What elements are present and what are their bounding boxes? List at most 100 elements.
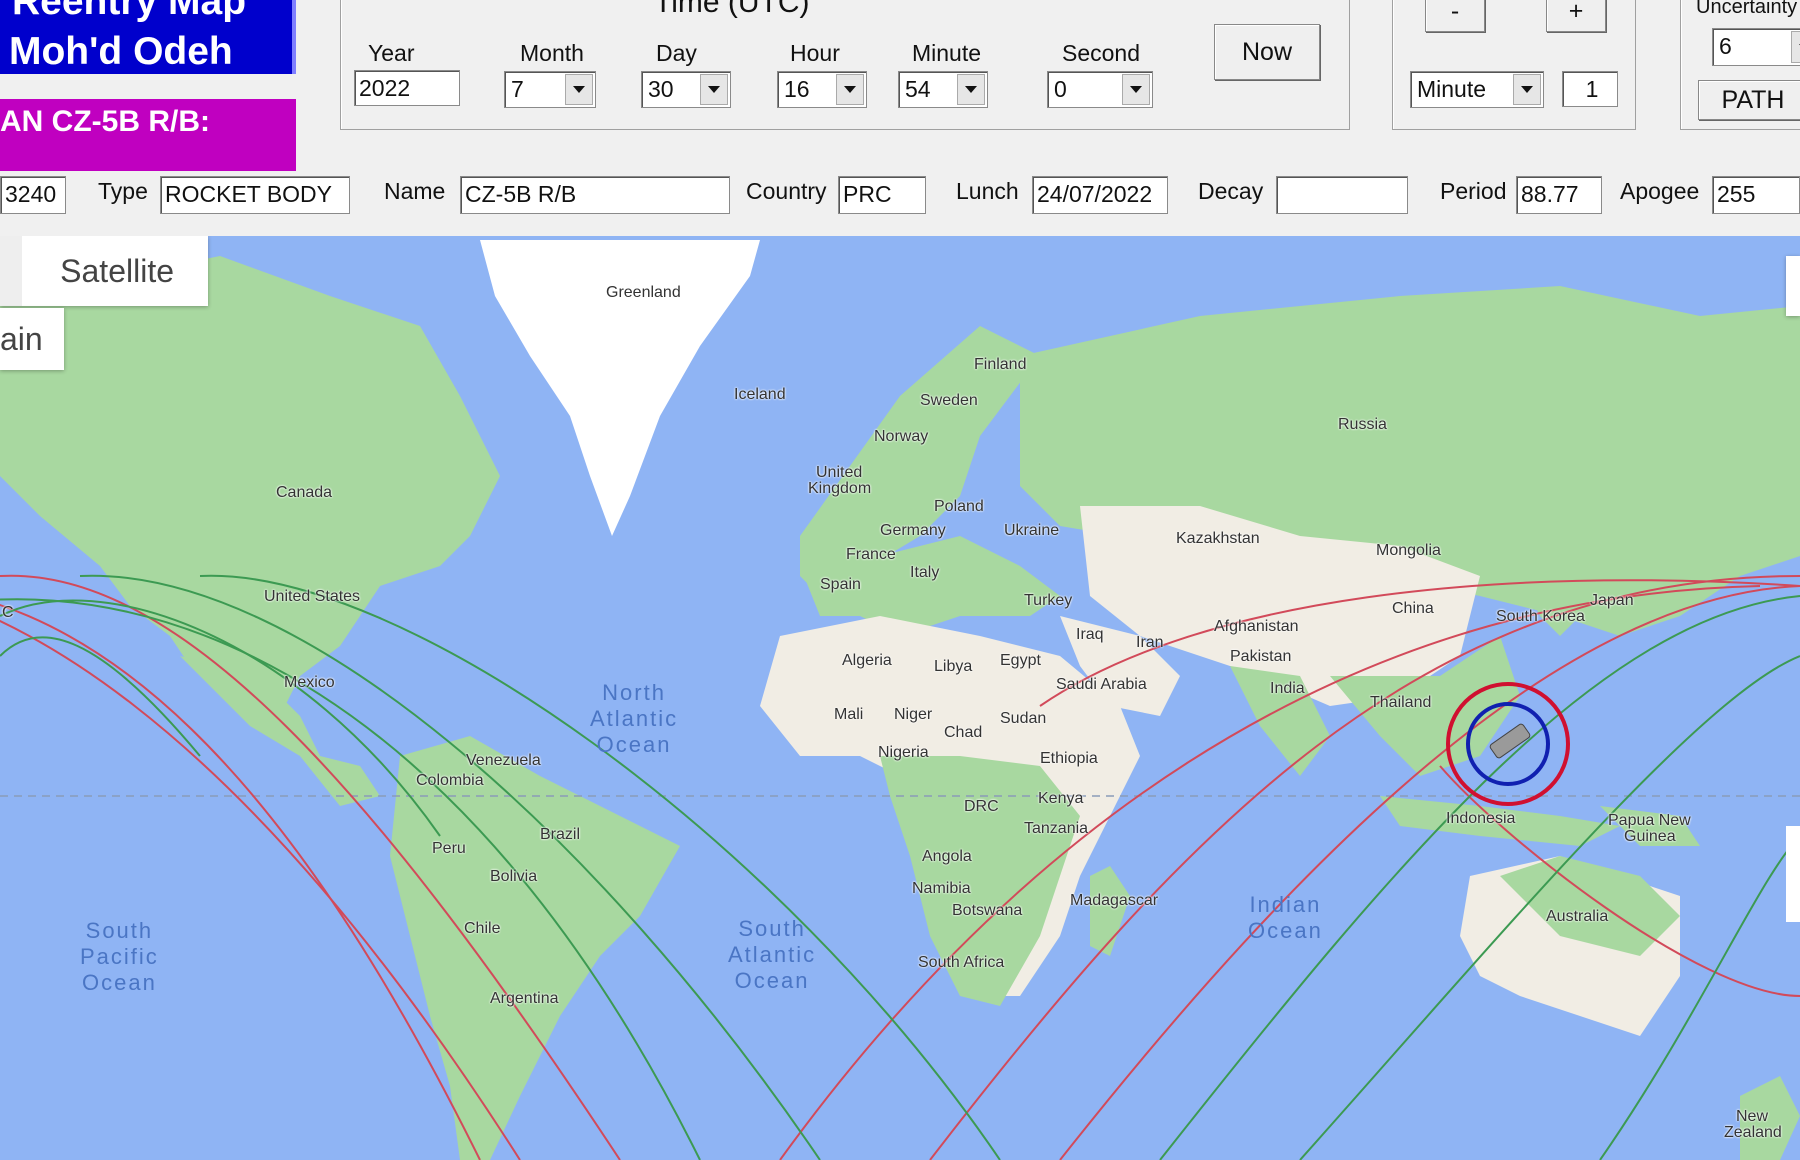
- map-control-edge[interactable]: [1786, 256, 1800, 316]
- id-input[interactable]: 3240: [0, 176, 66, 214]
- map-type-divider: [0, 236, 22, 306]
- map-label: Afghanistan: [1214, 618, 1299, 635]
- map-label: Ukraine: [1004, 522, 1060, 539]
- object-label: AN CZ-5B R/B:: [0, 105, 210, 138]
- map-label: Botswana: [952, 902, 1023, 919]
- month-value: 7: [511, 76, 524, 102]
- step-amount-input[interactable]: 1: [1562, 71, 1618, 107]
- launch-input[interactable]: 24/07/2022: [1032, 176, 1168, 214]
- map-label: China: [1392, 600, 1434, 617]
- map-label: Canada: [276, 484, 333, 501]
- chevron-down-icon[interactable]: [1122, 74, 1150, 105]
- chevron-down-icon[interactable]: [1513, 74, 1541, 105]
- map-label: Thailand: [1370, 694, 1432, 711]
- time-group-title: Time (UTC): [648, 0, 816, 20]
- map-label: Iceland: [734, 386, 786, 403]
- year-label: Year: [368, 40, 415, 66]
- decay-label: Decay: [1198, 178, 1264, 204]
- chevron-down-icon[interactable]: [565, 74, 593, 105]
- second-select[interactable]: 0: [1047, 71, 1153, 108]
- map-label: Kenya: [1038, 790, 1084, 807]
- map-label: Peru: [432, 840, 466, 857]
- map-label: Colombia: [416, 772, 484, 789]
- ocean-label-south-atlantic: South Atlantic Ocean: [728, 916, 817, 993]
- second-value: 0: [1054, 76, 1067, 102]
- time-group: [340, 0, 1350, 130]
- uncertainty-value: 6: [1719, 33, 1732, 59]
- month-label: Month: [520, 40, 584, 66]
- map-label: Brazil: [540, 826, 581, 843]
- map-zoom-edge[interactable]: [1786, 826, 1800, 922]
- map-label: Angola: [922, 848, 972, 865]
- map-label: DRC: [964, 798, 999, 815]
- map-label: Poland: [934, 498, 984, 515]
- map-label: Greenland: [606, 284, 681, 301]
- step-unit-select[interactable]: Minute: [1410, 71, 1544, 108]
- hour-label: Hour: [790, 40, 840, 66]
- apogee-label: Apogee: [1620, 178, 1700, 204]
- map-label: Ethiopia: [1040, 750, 1098, 767]
- satellite-map-button[interactable]: Satellite: [0, 236, 208, 306]
- map-label: Libya: [934, 658, 973, 675]
- chevron-down-icon[interactable]: [1791, 31, 1800, 63]
- map-label: Italy: [910, 564, 940, 581]
- step-unit-value: Minute: [1417, 76, 1487, 102]
- uncertainty-select[interactable]: 6: [1712, 28, 1800, 66]
- apogee-input[interactable]: 255: [1712, 176, 1800, 214]
- map-label: Chile: [464, 920, 501, 937]
- map-label: Egypt: [1000, 652, 1041, 669]
- step-plus-button[interactable]: +: [1546, 0, 1606, 32]
- map-label: Tanzania: [1024, 820, 1089, 837]
- map-label: Sweden: [920, 392, 978, 409]
- month-select[interactable]: 7: [504, 71, 596, 108]
- type-input[interactable]: ROCKET BODY: [160, 176, 350, 214]
- chevron-down-icon[interactable]: [700, 74, 728, 105]
- map-label: Zealand: [1724, 1124, 1782, 1141]
- minute-value: 54: [905, 76, 931, 102]
- world-map[interactable]: Satellite ain North Atlantic Ocean South At…: [0, 236, 1800, 1160]
- country-input[interactable]: PRC: [838, 176, 926, 214]
- hour-value: 16: [784, 76, 810, 102]
- map-label: Niger: [894, 706, 933, 723]
- map-label: Mexico: [284, 674, 335, 691]
- country-label: Country: [746, 178, 827, 204]
- hour-select[interactable]: 16: [777, 71, 867, 108]
- title-box-edge: [292, 0, 296, 74]
- minute-select[interactable]: 54: [898, 71, 988, 108]
- app-title-line1: Reentry Map: [12, 0, 247, 23]
- map-label: Bolivia: [490, 868, 538, 885]
- map-label: India: [1270, 680, 1305, 697]
- map-label: Kingdom: [808, 480, 872, 497]
- map-label: Kazakhstan: [1176, 530, 1260, 547]
- second-label: Second: [1062, 40, 1141, 66]
- map-label: Argentina: [490, 990, 559, 1007]
- map-label: South Korea: [1496, 608, 1585, 625]
- map-label: Australia: [1546, 908, 1609, 925]
- launch-label: Lunch: [956, 178, 1019, 204]
- type-label: Type: [98, 178, 148, 204]
- app-title: Reentry Map Moh'd Odeh: [0, 0, 296, 74]
- day-select[interactable]: 30: [641, 71, 731, 108]
- name-label: Name: [384, 178, 446, 204]
- chevron-down-icon[interactable]: [957, 74, 985, 105]
- now-button[interactable]: Now: [1214, 24, 1320, 80]
- map-label: Chad: [944, 724, 983, 741]
- map-label: Japan: [1590, 592, 1634, 609]
- map-label: Saudi Arabia: [1056, 676, 1147, 693]
- map-label: Venezuela: [466, 752, 541, 769]
- satellite-label: Satellite: [60, 252, 174, 289]
- period-input[interactable]: 88.77: [1516, 176, 1602, 214]
- step-minus-button[interactable]: -: [1425, 0, 1485, 32]
- period-label: Period: [1440, 178, 1507, 204]
- path-button[interactable]: PATH: [1698, 80, 1800, 120]
- map-label: United States: [264, 588, 361, 605]
- north-america-shape: [0, 256, 500, 716]
- year-input[interactable]: 2022: [354, 70, 460, 106]
- chevron-down-icon[interactable]: [836, 74, 864, 105]
- map-label: Indonesia: [1446, 810, 1516, 827]
- terrain-toggle[interactable]: ain: [0, 308, 64, 370]
- decay-input[interactable]: [1276, 176, 1408, 214]
- name-input[interactable]: CZ-5B R/B: [460, 176, 730, 214]
- uncertainty-label: Uncertainty: [1696, 0, 1798, 19]
- map-label: Norway: [874, 428, 929, 445]
